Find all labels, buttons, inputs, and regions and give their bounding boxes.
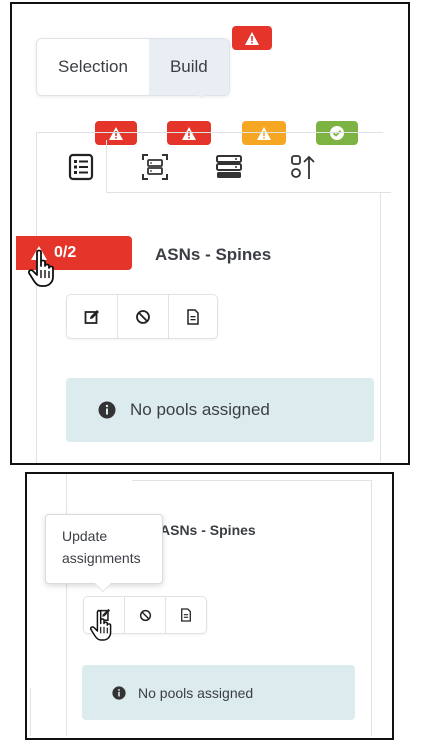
edit-icon — [84, 309, 99, 324]
hand-cursor-icon — [28, 249, 54, 287]
build-error-badge — [232, 26, 272, 50]
no-pools-info: No pools assigned — [66, 378, 374, 442]
document-icon — [187, 308, 199, 325]
toggle-caret — [195, 92, 209, 99]
device-icon[interactable] — [140, 152, 170, 182]
panel-edge — [371, 480, 372, 736]
list-icon[interactable] — [66, 152, 96, 182]
details-button[interactable] — [169, 295, 217, 338]
info-icon — [112, 685, 126, 700]
tooltip-text: Update assignments — [62, 528, 141, 566]
no-pools-info: No pools assigned — [82, 665, 355, 720]
selection-toggle-button[interactable]: Selection — [37, 39, 149, 95]
details-button[interactable] — [166, 597, 206, 633]
active-tab-edge — [106, 140, 107, 193]
clear-button[interactable] — [118, 295, 169, 338]
info-icon — [98, 401, 116, 419]
hand-cursor-icon — [90, 610, 112, 641]
panel-edge — [30, 688, 31, 736]
panel-edge — [380, 192, 381, 462]
rack-icon[interactable] — [214, 152, 244, 182]
update-assignments-tooltip: Update assignments — [45, 514, 163, 584]
warning-icon — [245, 31, 259, 45]
sort-icon[interactable] — [288, 152, 318, 182]
info-text: No pools assigned — [130, 400, 270, 419]
tab-divider — [106, 192, 391, 193]
update-assignments-button[interactable] — [67, 295, 118, 338]
block-icon — [136, 309, 150, 324]
selection-build-toggle: Selection Build — [36, 38, 230, 96]
section-title: ASNs - Spines — [160, 522, 256, 538]
section-title: ASNs - Spines — [155, 245, 272, 264]
document-icon — [181, 608, 191, 622]
info-text: No pools assigned — [138, 684, 254, 701]
action-button-group — [66, 294, 218, 339]
block-icon — [139, 609, 151, 621]
tooltip-caret — [95, 583, 111, 591]
build-toggle-button[interactable]: Build — [148, 39, 229, 95]
clear-button[interactable] — [125, 597, 166, 633]
tab-divider — [132, 480, 372, 481]
